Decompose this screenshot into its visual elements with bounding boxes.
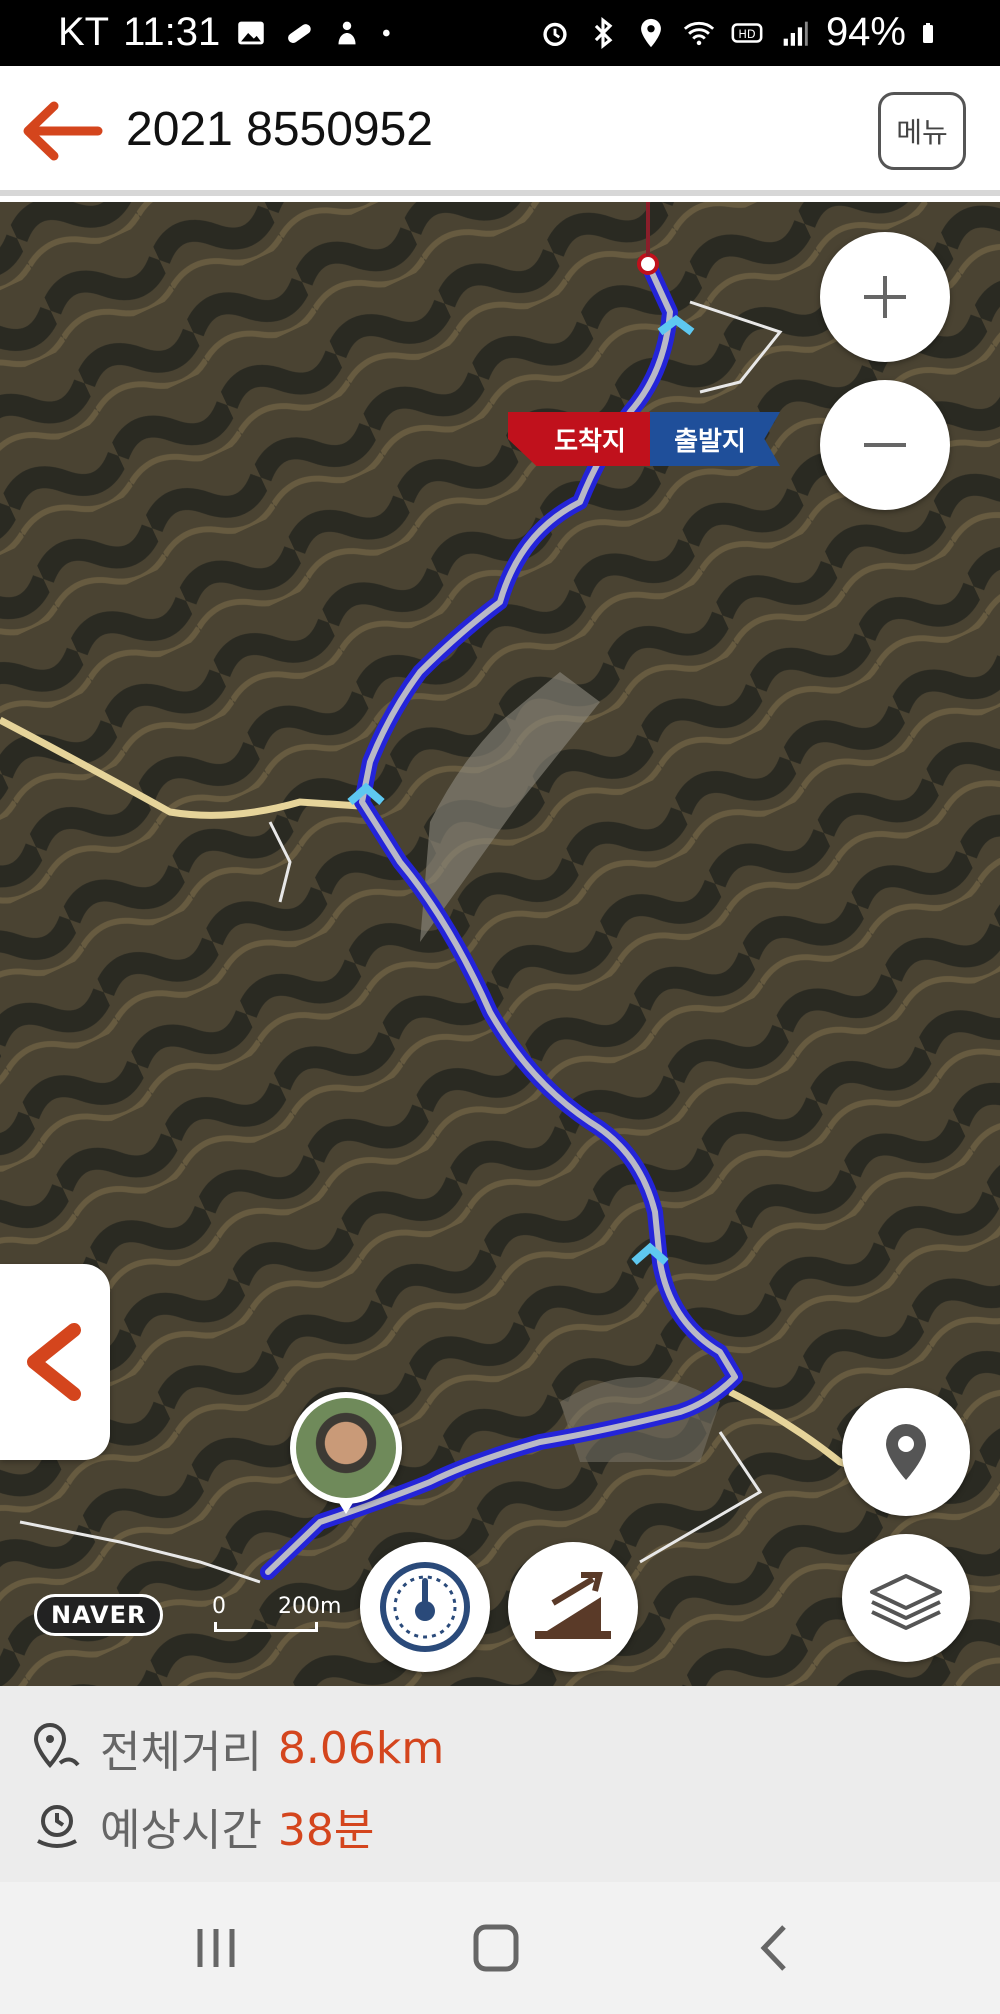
- minus-icon: [864, 443, 906, 447]
- zoom-out-button[interactable]: [820, 380, 950, 510]
- arrival-flag: 도착지: [508, 412, 650, 466]
- distance-label: 전체거리: [100, 1727, 262, 1778]
- menu-button[interactable]: 메뉴: [878, 92, 966, 170]
- status-left: KT 11:31: [58, 10, 398, 55]
- distance-row: 전체거리 8.06km: [30, 1716, 444, 1780]
- home-icon: [473, 1924, 519, 1972]
- map-scale: 0 200m: [212, 1594, 341, 1638]
- scale-bar: [214, 1622, 318, 1632]
- avatar-photo: [296, 1398, 396, 1498]
- departure-flag: 출발지: [650, 412, 780, 466]
- pill-icon: [288, 23, 312, 43]
- recent-apps-button[interactable]: [176, 1918, 256, 1978]
- satellite-map[interactable]: 도착지 출발지 NAVER 0 200m: [0, 202, 1000, 1686]
- svg-text:HD: HD: [738, 26, 756, 40]
- naver-logo: NAVER: [34, 1594, 164, 1636]
- hd-icon: HD: [731, 22, 763, 43]
- my-location-button[interactable]: [842, 1388, 970, 1516]
- image-icon: [238, 21, 265, 44]
- back-chevron-icon: [760, 1925, 786, 1971]
- signal-icon: [783, 21, 808, 46]
- clock-icon: [37, 1805, 77, 1848]
- back-arrow-icon[interactable]: [20, 100, 104, 162]
- system-back-button[interactable]: [736, 1918, 816, 1978]
- time-row: 예상시간 38분: [30, 1794, 374, 1858]
- plus-icon: [864, 276, 906, 318]
- alarm-icon: [543, 22, 567, 46]
- time-value: 38분: [277, 1805, 375, 1856]
- elevation-button[interactable]: [508, 1542, 638, 1672]
- speedometer-button[interactable]: [360, 1542, 490, 1672]
- map-layers-button[interactable]: [842, 1534, 970, 1662]
- carrier-label: KT: [58, 10, 110, 54]
- status-bar: KT 11:31 HD 94%: [0, 0, 1000, 66]
- notification-icon: [338, 21, 356, 44]
- time-label: 예상시간: [100, 1805, 262, 1856]
- wifi-icon: [683, 21, 715, 45]
- page-title: 2021 8550952: [126, 103, 433, 156]
- distance-value: 8.06km: [277, 1722, 445, 1774]
- map-pin-icon: [886, 1424, 926, 1480]
- battery-percent: 94%: [825, 10, 906, 54]
- location-icon: [641, 18, 661, 47]
- home-button[interactable]: [456, 1918, 536, 1978]
- zoom-in-button[interactable]: [820, 232, 950, 362]
- route-distance-icon: [33, 1722, 80, 1769]
- avatar-pin: [336, 1498, 356, 1514]
- dot-icon: [383, 29, 390, 36]
- recent-apps-icon: [197, 1929, 235, 1967]
- scale-start: 0: [212, 1594, 226, 1619]
- system-nav-bar: [0, 1882, 1000, 2014]
- scale-end: 200m: [278, 1594, 342, 1619]
- layers-icon: [870, 1574, 942, 1630]
- route-info-panel: 전체거리 8.06km 예상시간 38분: [0, 1686, 1000, 1882]
- battery-icon: [923, 22, 933, 43]
- bluetooth-icon: [594, 16, 613, 49]
- status-right: HD 94%: [538, 10, 944, 55]
- user-location-avatar[interactable]: [290, 1392, 402, 1514]
- side-panel-toggle[interactable]: [0, 1264, 110, 1460]
- clock: 11:31: [123, 10, 221, 54]
- elevation-icon: [535, 1572, 611, 1639]
- app-header: 2021 8550952 메뉴: [0, 66, 1000, 196]
- chevron-left-icon: [27, 1323, 81, 1401]
- speedometer-icon: [380, 1562, 470, 1652]
